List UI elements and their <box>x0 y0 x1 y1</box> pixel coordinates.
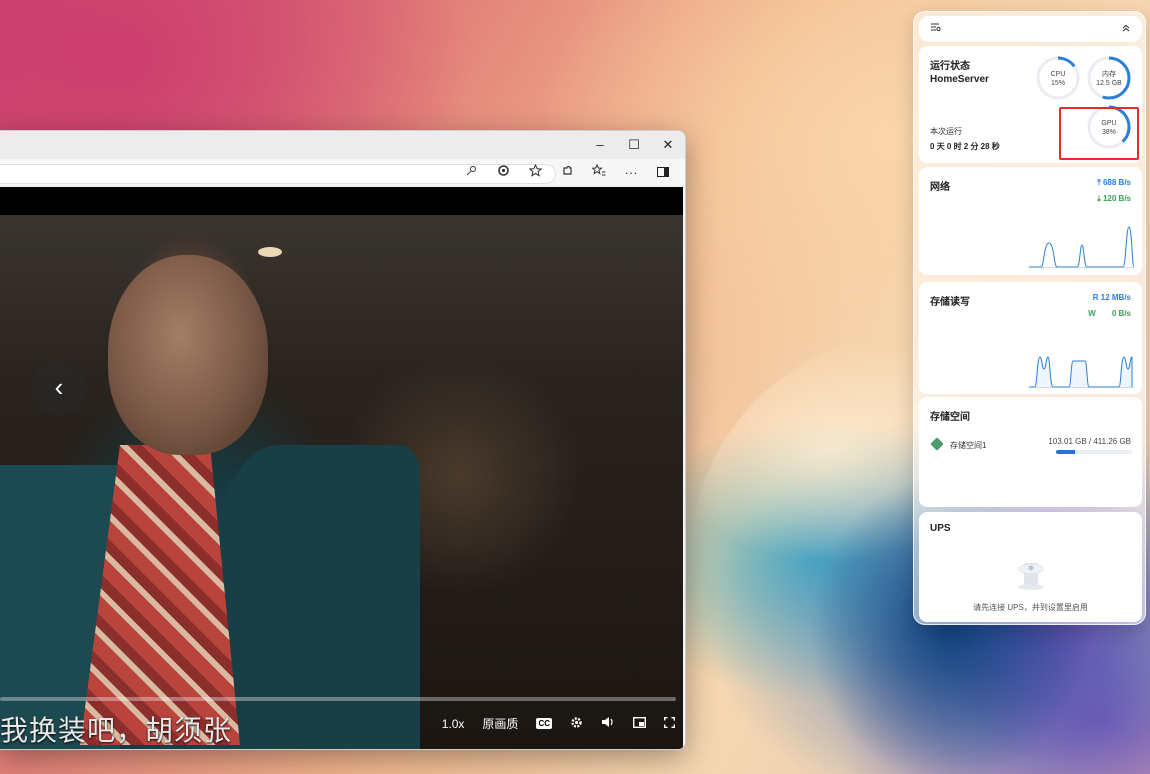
cpu-label: CPU <box>1050 71 1066 78</box>
read-rate: R 12 MB/s <box>1093 293 1131 302</box>
panel-header <box>919 16 1142 42</box>
ups-title: UPS <box>930 523 951 534</box>
previous-arrow-icon[interactable]: ‹ <box>32 361 86 415</box>
ups-message: 请先连接 UPS，并到设置里启用 <box>973 603 1088 612</box>
upload-rate-value: 688 B/s <box>1102 178 1131 187</box>
read-label: R <box>1092 293 1099 302</box>
fullscreen-icon[interactable] <box>664 716 675 731</box>
video-player[interactable]: ‹ 我换装吧，胡须张 1.0x 原画质 CC <box>0 187 683 749</box>
storage-title: 存储空间 <box>930 412 970 423</box>
video-scene-lamp <box>258 247 282 257</box>
ups-card[interactable]: UPS 请先连接 UPS，并到设置里启用 <box>919 512 1142 622</box>
volume-icon[interactable] <box>601 716 615 731</box>
ups-empty-icon <box>1018 563 1044 590</box>
video-frame <box>0 215 683 749</box>
storage-card[interactable]: 存储空间 存储空间1 103.01 GB / 411.26 GB <box>919 397 1142 507</box>
quality-button[interactable]: 原画质 <box>482 715 518 732</box>
gpu-highlight-box <box>1059 107 1139 160</box>
video-subtitle: 我换装吧，胡须张 <box>0 714 233 747</box>
upload-rate: ⤒ 688 B/s <box>1097 178 1131 188</box>
volume-usage-fill <box>1056 450 1075 454</box>
video-progress-bar[interactable] <box>0 697 676 701</box>
widget-panel: 运行状态 HomeServer 本次运行 0 天 0 时 2 分 28 秒 CP… <box>913 11 1146 625</box>
video-controls: 1.0x 原画质 CC <box>442 715 675 732</box>
write-rate-value: 0 B/s <box>1111 309 1131 318</box>
more-icon[interactable]: ··· <box>617 165 645 180</box>
favorites-icon[interactable] <box>585 163 613 180</box>
collapse-chevron-icon[interactable] <box>1122 23 1130 35</box>
cpu-gauge: CPU 15% <box>1035 55 1081 101</box>
volume-name: 存储空间1 <box>950 441 987 450</box>
refresh-icon[interactable] <box>489 164 517 180</box>
star-icon[interactable] <box>521 163 549 180</box>
write-rate: W 0 B/s <box>1088 309 1131 318</box>
read-rate-value: 12 MB/s <box>1100 293 1131 302</box>
network-title: 网络 <box>930 182 950 193</box>
video-scene-head <box>108 255 268 455</box>
video-scene-jacket-right <box>220 445 420 749</box>
playback-speed-button[interactable]: 1.0x <box>442 717 465 731</box>
network-sparkline <box>1029 226 1134 268</box>
volume-cube-icon <box>930 437 944 451</box>
picture-in-picture-icon[interactable] <box>632 716 647 731</box>
maximize-button[interactable]: ☐ <box>617 131 651 159</box>
disk-io-sparkline <box>1029 356 1134 388</box>
uptime-value: 0 天 0 时 2 分 28 秒 <box>930 142 1000 151</box>
volume-usage-bar <box>1056 450 1132 454</box>
minimize-button[interactable]: – <box>583 131 617 159</box>
sidebar-icon[interactable] <box>649 165 677 180</box>
volume-usage: 103.01 GB / 411.26 GB <box>1048 437 1131 446</box>
write-label: W <box>1088 309 1096 318</box>
memory-gauge: 内存 12.5 GB <box>1086 55 1132 101</box>
settings-gear-icon[interactable] <box>570 716 583 732</box>
memory-value: 12.5 GB <box>1096 80 1122 87</box>
title-bar: – ☐ ✕ <box>0 131 685 159</box>
cpu-value: 15% <box>1050 80 1065 87</box>
download-rate: ⤓ 120 B/s <box>1097 194 1131 204</box>
disk-io-card[interactable]: 存储读写 R 12 MB/s W 0 B/s <box>919 282 1142 394</box>
close-button[interactable]: ✕ <box>651 131 685 159</box>
key-icon[interactable] <box>457 165 485 180</box>
download-rate-value: 120 B/s <box>1102 194 1131 203</box>
network-card[interactable]: 网络 ⤒ 688 B/s ⤓ 120 B/s <box>919 167 1142 275</box>
disk-io-title: 存储读写 <box>930 297 970 308</box>
browser-window: – ☐ ✕ ··· ‹ 我换装吧，胡须张 1.0x 原画质 CC <box>0 130 686 750</box>
captions-button[interactable]: CC <box>536 718 552 729</box>
host-name: HomeServer <box>930 74 989 85</box>
status-title: 运行状态 <box>930 61 970 72</box>
memory-label: 内存 <box>1102 71 1116 78</box>
extensions-icon[interactable] <box>553 164 581 180</box>
uptime-label: 本次运行 <box>930 127 962 136</box>
widget-settings-icon[interactable] <box>931 23 941 35</box>
